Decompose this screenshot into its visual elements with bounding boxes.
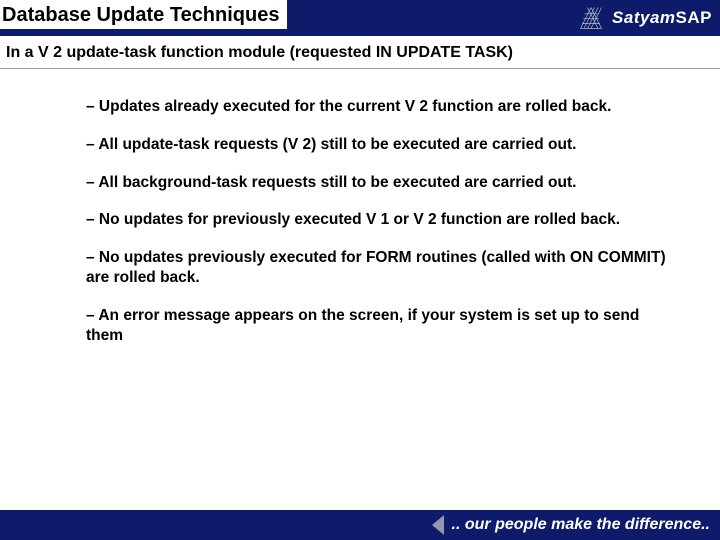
footer-decoration-icon bbox=[432, 515, 444, 535]
brand-text: SatyamSAP bbox=[612, 8, 712, 28]
list-item: – No updates for previously executed V 1… bbox=[86, 210, 670, 230]
content-area: – Updates already executed for the curre… bbox=[0, 69, 720, 346]
header-bar: Database Update Techniques SatyamSAP bbox=[0, 0, 720, 36]
list-item: – No updates previously executed for FOR… bbox=[86, 248, 670, 288]
footer-bar: .. our people make the difference.. bbox=[0, 510, 720, 540]
footer-tagline: .. our people make the difference.. bbox=[452, 516, 710, 534]
brand-suffix: SAP bbox=[676, 8, 712, 27]
list-item: – All update-task requests (V 2) still t… bbox=[86, 135, 670, 155]
brand-prefix: Satyam bbox=[612, 8, 675, 27]
subtitle: In a V 2 update-task function module (re… bbox=[0, 36, 720, 69]
list-item: – An error message appears on the screen… bbox=[86, 306, 670, 346]
list-item: – All background-task requests still to … bbox=[86, 173, 670, 193]
list-item: – Updates already executed for the curre… bbox=[86, 97, 670, 117]
page-title: Database Update Techniques bbox=[2, 4, 279, 26]
logo-group: SatyamSAP bbox=[576, 4, 720, 32]
satyam-logo-icon bbox=[576, 4, 606, 32]
title-box: Database Update Techniques bbox=[0, 0, 287, 31]
